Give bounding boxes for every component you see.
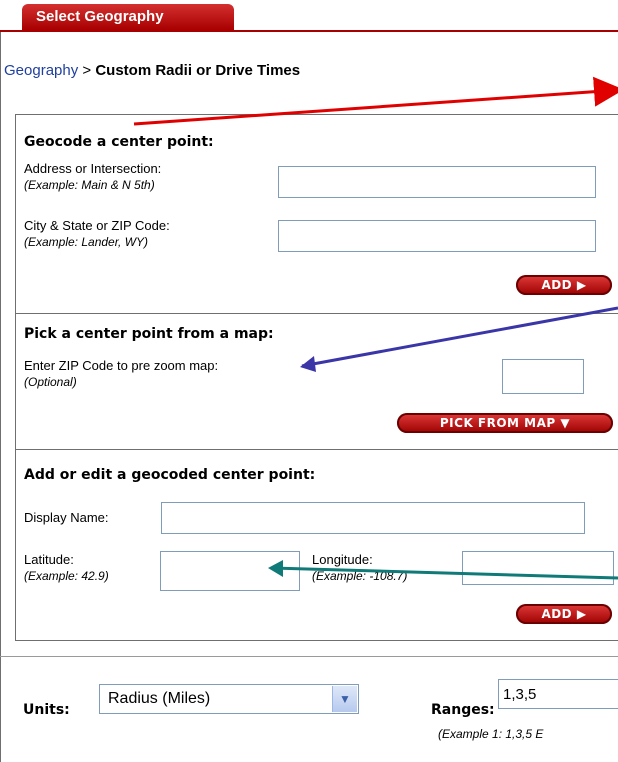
pick-heading: Pick a center point from a map: [24,326,274,342]
longitude-label: Longitude: (Example: -108.7) [312,552,407,584]
city-zip-input[interactable] [278,220,596,252]
zip-prezoom-input[interactable] [502,359,584,394]
edit-heading: Add or edit a geocoded center point: [24,467,316,483]
ranges-example: (Example 1: 1,3,5 E [438,727,544,741]
geocode-add-button[interactable]: ADD ▶ [516,275,612,295]
latitude-label-text: Latitude: [24,552,74,567]
section-divider [0,656,618,657]
units-selected-value: Radius (Miles) [108,690,211,707]
ranges-input[interactable] [498,679,618,709]
units-select[interactable]: Radius (Miles) ▼ [99,684,359,714]
longitude-label-text: Longitude: [312,552,373,567]
chevron-down-icon[interactable]: ▼ [332,686,357,712]
select-geography-tab[interactable]: Select Geography [22,4,234,30]
ranges-label: Ranges: [431,702,495,718]
city-label: City & State or ZIP Code: (Example: Land… [24,218,170,250]
pick-from-map-button[interactable]: PICK FROM MAP ▼ [397,413,613,433]
zip-label: Enter ZIP Code to pre zoom map: (Optiona… [24,358,218,390]
breadcrumb-current: Custom Radii or Drive Times [95,62,301,79]
geocode-panel: Geocode a center point: Address or Inter… [15,114,618,314]
display-name-input[interactable] [161,502,585,534]
display-name-label: Display Name: [24,510,109,525]
address-example: (Example: Main & N 5th) [24,178,155,192]
address-label: Address or Intersection: (Example: Main … [24,161,161,193]
geocode-heading: Geocode a center point: [24,134,214,150]
address-label-text: Address or Intersection: [24,161,162,176]
zip-optional-note: (Optional) [24,375,77,389]
longitude-example: (Example: -108.7) [312,569,408,583]
address-input[interactable] [278,166,596,198]
latitude-input[interactable] [160,551,300,591]
latitude-example: (Example: 42.9) [24,569,109,583]
breadcrumb-separator: > [78,62,96,79]
edit-point-panel: Add or edit a geocoded center point: Dis… [15,449,618,641]
breadcrumb: Geography > Custom Radii or Drive Times [4,62,300,79]
latitude-label: Latitude: (Example: 42.9) [24,552,109,584]
city-label-text: City & State or ZIP Code: [24,218,170,233]
longitude-input[interactable] [462,551,614,585]
units-label: Units: [23,702,70,718]
city-example: (Example: Lander, WY) [24,235,149,249]
pick-map-panel: Pick a center point from a map: Enter ZI… [15,313,618,450]
edit-add-button[interactable]: ADD ▶ [516,604,612,624]
breadcrumb-geography-link[interactable]: Geography [4,62,78,79]
zip-label-text: Enter ZIP Code to pre zoom map: [24,358,219,373]
